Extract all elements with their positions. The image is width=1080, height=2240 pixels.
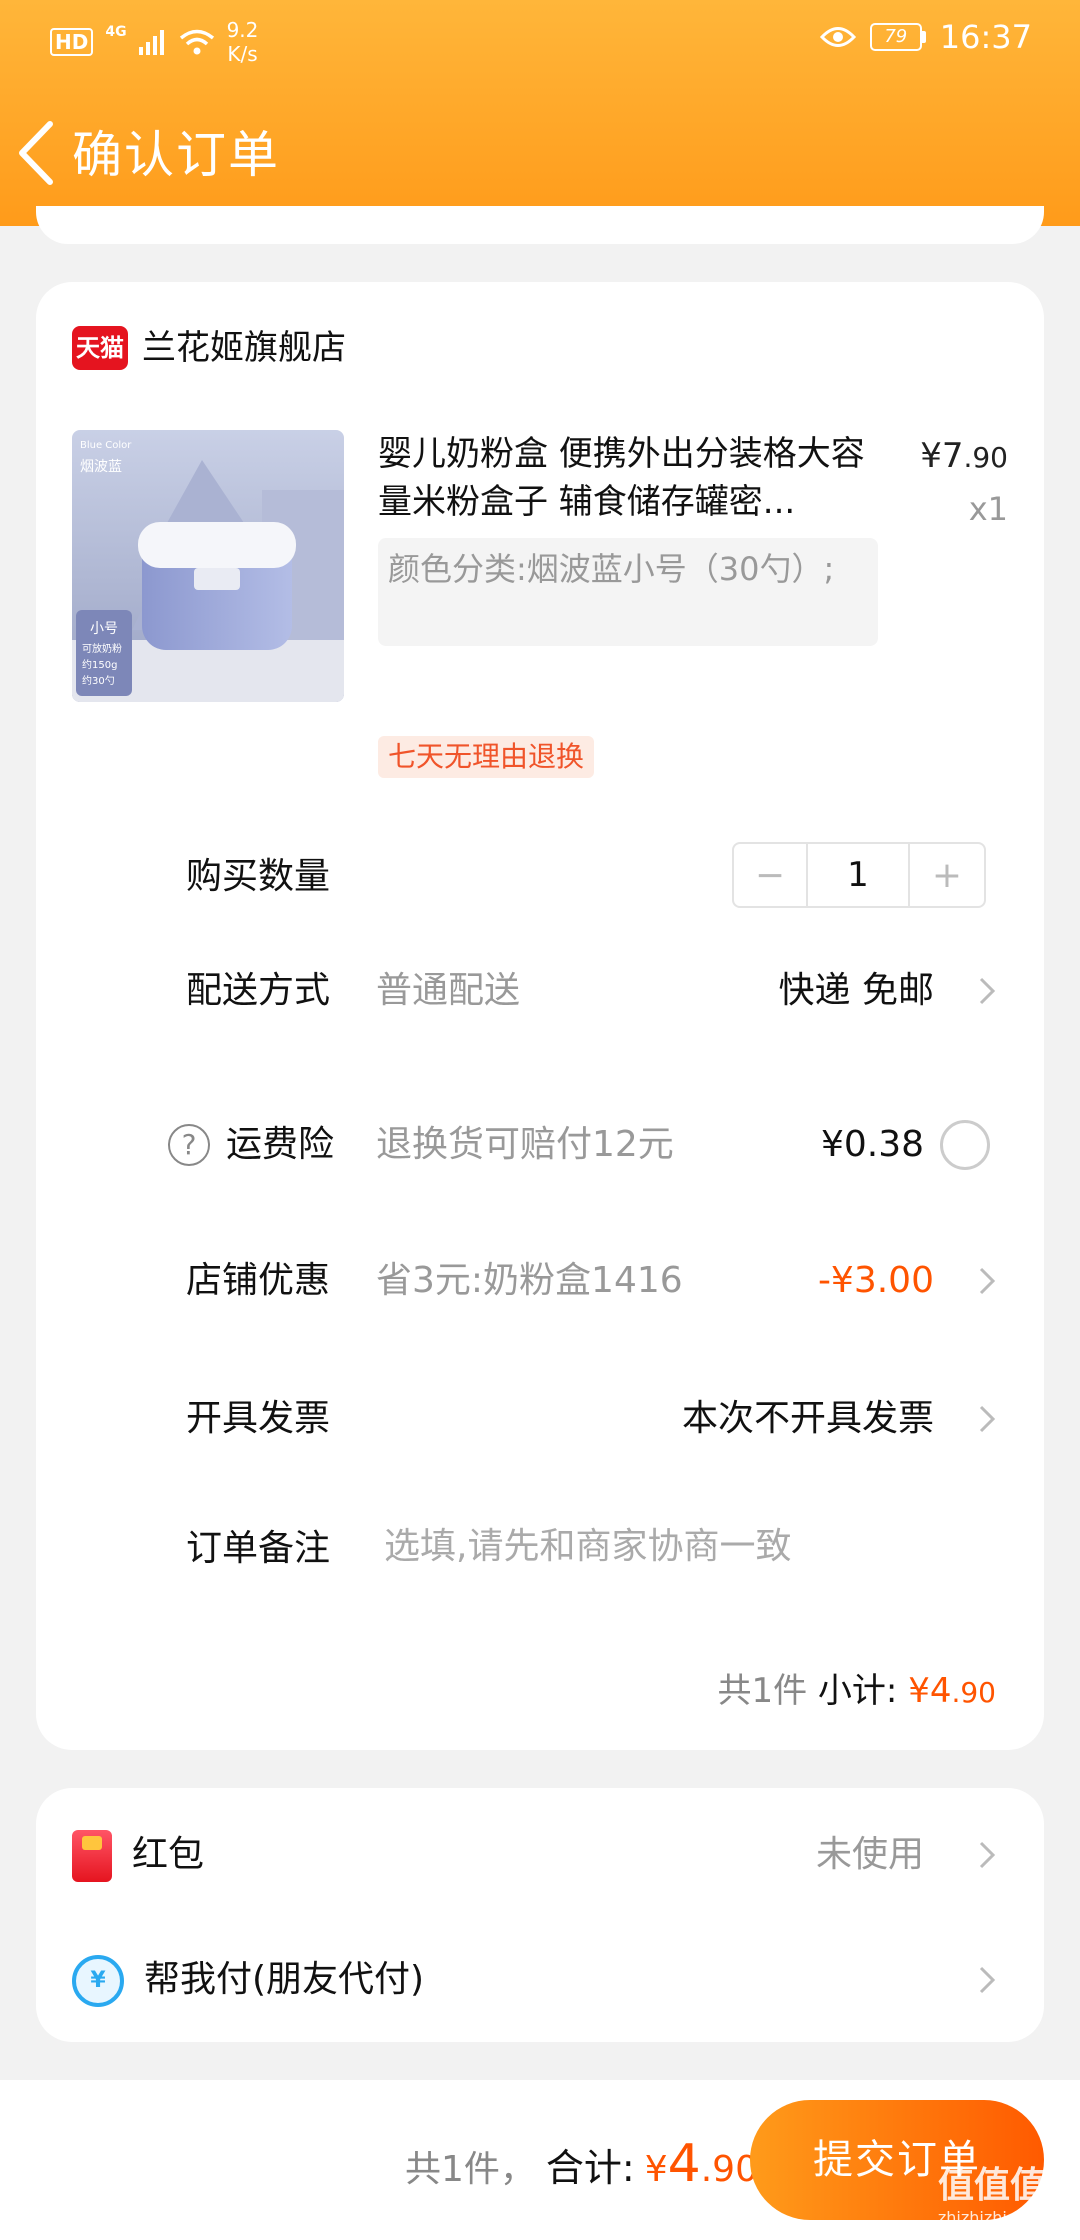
status-right: 79 16:37 xyxy=(819,18,1032,56)
chevron-right-icon xyxy=(979,1405,996,1433)
hd-indicator: HD xyxy=(50,28,94,56)
page-title: 确认订单 xyxy=(72,126,280,184)
nav-bar: 确认订单 xyxy=(0,110,1080,200)
chevron-left-icon xyxy=(19,121,53,185)
insurance-price: ¥0.38 xyxy=(820,1124,924,1165)
header: HD 4G 9.2 K/s 79 16:37 确认订单 xyxy=(0,0,1080,226)
quantity-value[interactable]: 1 xyxy=(808,844,910,906)
insurance-radio[interactable] xyxy=(940,1120,990,1170)
friend-pay-row[interactable]: ¥ 帮我付(朋友代付) xyxy=(36,1915,1044,2042)
watermark: 值值值 zhizhizhi.com xyxy=(937,2165,1047,2227)
total-amount: ¥4.90 xyxy=(644,2134,758,2194)
yuan-coin-icon: ¥ xyxy=(72,1955,124,2007)
help-icon[interactable]: ? xyxy=(168,1124,210,1166)
delivery-value: 快递 免邮 xyxy=(778,970,934,1011)
return-policy-tag: 七天无理由退换 xyxy=(378,736,595,778)
order-note-input[interactable]: 选填,请先和商家协商一致 xyxy=(384,1522,791,1572)
chevron-right-icon xyxy=(979,1841,996,1869)
chevron-right-icon xyxy=(979,1267,996,1295)
delivery-row[interactable]: 配送方式 普通配送 快递 免邮 xyxy=(36,942,1044,1042)
network-speed: 9.2 K/s xyxy=(226,18,259,66)
status-bar: HD 4G 9.2 K/s 79 16:37 xyxy=(0,0,1080,80)
hongbao-value: 未使用 xyxy=(815,1834,924,1875)
invoice-value: 本次不开具发票 xyxy=(681,1398,934,1439)
quantity-stepper[interactable]: − 1 + xyxy=(732,842,986,908)
increment-button[interactable]: + xyxy=(910,844,984,906)
previous-card-edge xyxy=(36,206,1044,244)
insurance-desc: 退换货可赔付12元 xyxy=(376,1124,674,1165)
decrement-button[interactable]: − xyxy=(734,844,808,906)
delivery-method: 普通配送 xyxy=(376,970,521,1011)
store-name[interactable]: 兰花姬旗舰店 xyxy=(142,326,346,370)
chevron-right-icon xyxy=(979,1966,996,1994)
coupon-desc: 省3元:奶粉盒1416 xyxy=(376,1260,683,1301)
quantity-label: 购买数量 xyxy=(186,856,331,897)
subtotal: 共1件 小计: ¥4.90 xyxy=(717,1671,996,1711)
order-total: 共1件， 合计: ¥4.90 xyxy=(405,2134,758,2194)
invoice-row[interactable]: 开具发票 本次不开具发票 xyxy=(36,1370,1044,1470)
coupon-label: 店铺优惠 xyxy=(186,1260,331,1301)
product-quantity: x1 xyxy=(968,490,1008,528)
extras-card: 红包 未使用 ¥ 帮我付(朋友代付) xyxy=(36,1788,1044,2042)
insurance-label: 运费险 xyxy=(226,1124,335,1165)
network-type: 4G xyxy=(105,24,127,40)
hongbao-label: 红包 xyxy=(132,1834,205,1875)
status-left: HD 4G 9.2 K/s xyxy=(50,18,258,66)
store-coupon-row[interactable]: 店铺优惠 省3元:奶粉盒1416 -¥3.00 xyxy=(36,1232,1044,1332)
product-price: ¥7.90 xyxy=(920,436,1008,476)
clock: 16:37 xyxy=(939,18,1032,56)
wifi-icon xyxy=(179,29,214,55)
battery-icon: 79 xyxy=(869,23,926,51)
invoice-label: 开具发票 xyxy=(186,1398,331,1439)
tmall-badge: 天猫 xyxy=(72,326,128,370)
coupon-value: -¥3.00 xyxy=(817,1260,934,1301)
product-sku: 颜色分类:烟波蓝小号（30勺）; xyxy=(378,538,878,646)
eye-icon xyxy=(819,27,856,47)
note-label: 订单备注 xyxy=(186,1528,331,1569)
delivery-label: 配送方式 xyxy=(186,970,331,1011)
product-thumbnail[interactable]: Blue Color 烟波蓝 小号 可放奶粉 约150g 约30勺 xyxy=(72,430,344,702)
chevron-right-icon xyxy=(979,977,996,1005)
product-title[interactable]: 婴儿奶粉盒 便携外出分装格大容量米粉盒子 辅食储存罐密... xyxy=(378,430,878,526)
signal-icon xyxy=(138,30,164,55)
store-order-card: 天猫 兰花姬旗舰店 Blue Color 烟波蓝 小号 可放奶粉 约150g 约… xyxy=(36,282,1044,1750)
red-envelope-icon xyxy=(72,1830,112,1882)
back-button[interactable] xyxy=(16,120,76,190)
friend-pay-label: 帮我付(朋友代付) xyxy=(144,1959,425,2000)
hongbao-row[interactable]: 红包 未使用 xyxy=(36,1788,1044,1915)
